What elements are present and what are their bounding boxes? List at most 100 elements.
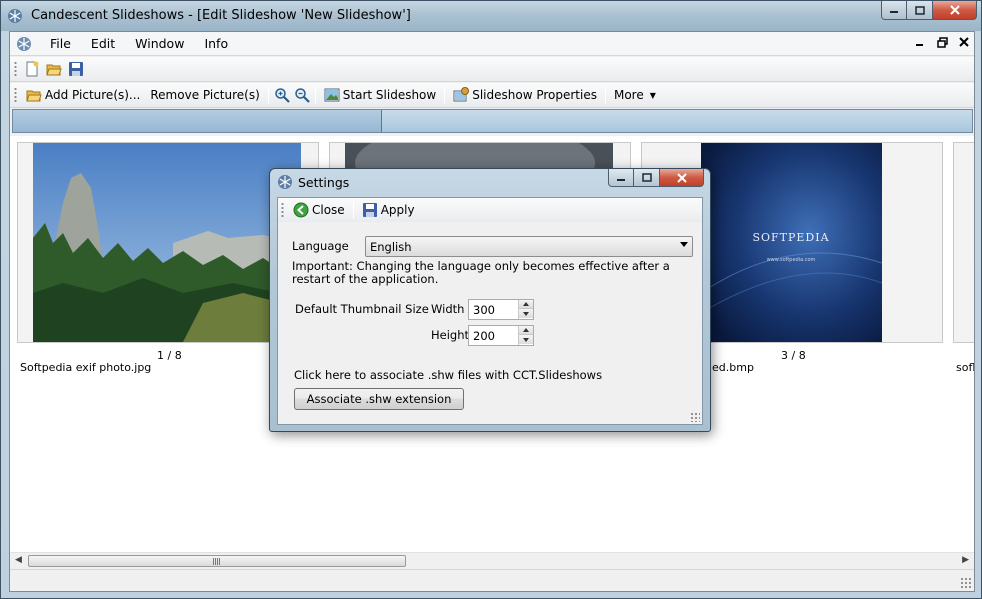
add-pictures-button[interactable]: Add Picture(s)...	[21, 85, 145, 105]
properties-icon	[453, 87, 470, 102]
minimize-icon	[890, 11, 898, 13]
mdi-buttons	[914, 36, 970, 48]
new-button[interactable]	[21, 59, 43, 79]
language-select-value: English	[370, 240, 412, 254]
slideshow-properties-button[interactable]: Slideshow Properties	[448, 85, 602, 105]
menu-window[interactable]: Window	[125, 36, 194, 51]
open-folder-icon	[46, 64, 62, 76]
dialog-caption-buttons	[608, 169, 704, 187]
settings-dialog: Settings Close Apply Language English Im…	[269, 168, 711, 432]
apply-label: Apply	[380, 203, 415, 217]
thumbnail-caption: Softpedia exif photo.jpg	[20, 361, 152, 374]
associate-extension-button[interactable]: Associate .shw extension	[294, 388, 464, 410]
close-label: Close	[312, 203, 345, 217]
scroll-left-icon[interactable]: ◀	[15, 555, 22, 565]
resize-grip[interactable]	[690, 412, 700, 422]
mdi-close-button[interactable]	[958, 36, 970, 48]
snowflake-icon	[278, 175, 292, 189]
toolbar-separator	[352, 201, 354, 219]
close-button[interactable]	[933, 1, 977, 20]
title-bar[interactable]: Candescent Slideshows - [Edit Slideshow …	[1, 1, 981, 31]
menu-bar: File Edit Window Info	[10, 32, 974, 56]
increment-button[interactable]	[519, 300, 533, 309]
slideshow-properties-label: Slideshow Properties	[472, 88, 597, 102]
softpedia-wallpaper: SOFTPEDIA www.softpedia.com	[701, 143, 882, 342]
thumbnail-4[interactable]	[953, 142, 974, 343]
thumbnail-caption: sofl	[956, 361, 974, 374]
minimize-button[interactable]	[881, 1, 907, 20]
chevron-down-icon: ▼	[649, 90, 656, 100]
more-label: More	[613, 88, 644, 102]
remove-pictures-label: Remove Picture(s)	[150, 88, 260, 102]
thumbnail-counter: 3 / 8	[781, 349, 806, 362]
width-label: Width	[431, 302, 465, 316]
picture-icon	[324, 88, 340, 102]
maximize-icon	[641, 173, 652, 182]
status-bar	[10, 569, 974, 591]
dialog-close-action[interactable]: Close	[288, 200, 350, 220]
zoom-out-icon	[295, 88, 310, 103]
toolbar-separator	[267, 86, 269, 104]
more-dropdown[interactable]: More ▼	[609, 85, 661, 105]
thumbnail-caption: ed.bmp	[712, 361, 754, 374]
progress-fill	[13, 110, 383, 132]
scrollbar-grip	[213, 558, 221, 565]
close-icon	[959, 37, 969, 47]
save-disk-icon	[362, 203, 377, 217]
open-button[interactable]	[43, 59, 65, 79]
width-value: 300	[473, 303, 495, 317]
softpedia-logo-text: SOFTPEDIA	[752, 231, 829, 244]
width-stepper[interactable]: 300	[468, 299, 534, 320]
minimize-icon	[617, 178, 625, 181]
height-stepper[interactable]: 200	[468, 325, 534, 346]
toolbar-grip[interactable]	[281, 202, 284, 218]
height-label: Height	[431, 328, 470, 342]
decrement-button[interactable]	[519, 335, 533, 344]
associate-text: Click here to associate .shw files with …	[294, 368, 603, 382]
language-select[interactable]: English	[365, 236, 693, 257]
up-arrow-icon	[523, 302, 529, 306]
progress-bar	[12, 109, 973, 133]
start-slideshow-button[interactable]: Start Slideshow	[319, 85, 441, 105]
apply-button[interactable]: Apply	[357, 200, 420, 220]
snowflake-icon	[8, 9, 22, 23]
menu-info[interactable]: Info	[194, 36, 238, 51]
dialog-close-button[interactable]	[660, 169, 704, 187]
dialog-maximize-button[interactable]	[634, 169, 660, 187]
toolbar-separator	[444, 86, 446, 104]
back-arrow-icon	[293, 202, 309, 218]
down-arrow-icon	[523, 311, 529, 316]
mdi-minimize-button[interactable]	[914, 36, 926, 48]
caption-buttons	[881, 1, 977, 21]
file-toolbar	[10, 57, 974, 82]
scrollbar-thumb[interactable]	[28, 555, 406, 567]
zoom-in-button[interactable]	[272, 85, 292, 105]
increment-button[interactable]	[519, 326, 533, 335]
thumbnail-size-label: Default Thumbnail Size	[295, 302, 429, 316]
dialog-client-area: Close Apply Language English Important: …	[277, 197, 703, 425]
important-note: Important: Changing the language only be…	[292, 259, 670, 286]
zoom-out-button[interactable]	[292, 85, 312, 105]
maximize-button[interactable]	[907, 1, 933, 20]
horizontal-scrollbar[interactable]: ◀ ▶	[10, 552, 974, 569]
dialog-minimize-button[interactable]	[608, 169, 634, 187]
close-icon	[949, 5, 960, 15]
up-arrow-icon	[523, 328, 529, 332]
mdi-restore-button[interactable]	[936, 36, 948, 48]
toolbar-grip[interactable]	[14, 87, 17, 103]
thumbnail-counter: 1 / 8	[157, 349, 182, 362]
resize-grip[interactable]	[960, 577, 972, 589]
landscape-photo	[33, 143, 301, 342]
height-stepper-buttons	[518, 326, 533, 345]
menu-file[interactable]: File	[40, 36, 81, 51]
start-slideshow-label: Start Slideshow	[342, 88, 437, 102]
remove-pictures-button[interactable]: Remove Picture(s)	[145, 85, 264, 105]
toolbar-grip[interactable]	[14, 61, 17, 77]
scroll-right-icon[interactable]: ▶	[962, 555, 969, 565]
window-title: Candescent Slideshows - [Edit Slideshow …	[31, 8, 411, 23]
add-folder-icon	[26, 90, 42, 102]
menu-edit[interactable]: Edit	[81, 36, 125, 51]
decrement-button[interactable]	[519, 309, 533, 318]
save-button[interactable]	[65, 59, 87, 79]
chevron-down-icon	[680, 242, 688, 247]
